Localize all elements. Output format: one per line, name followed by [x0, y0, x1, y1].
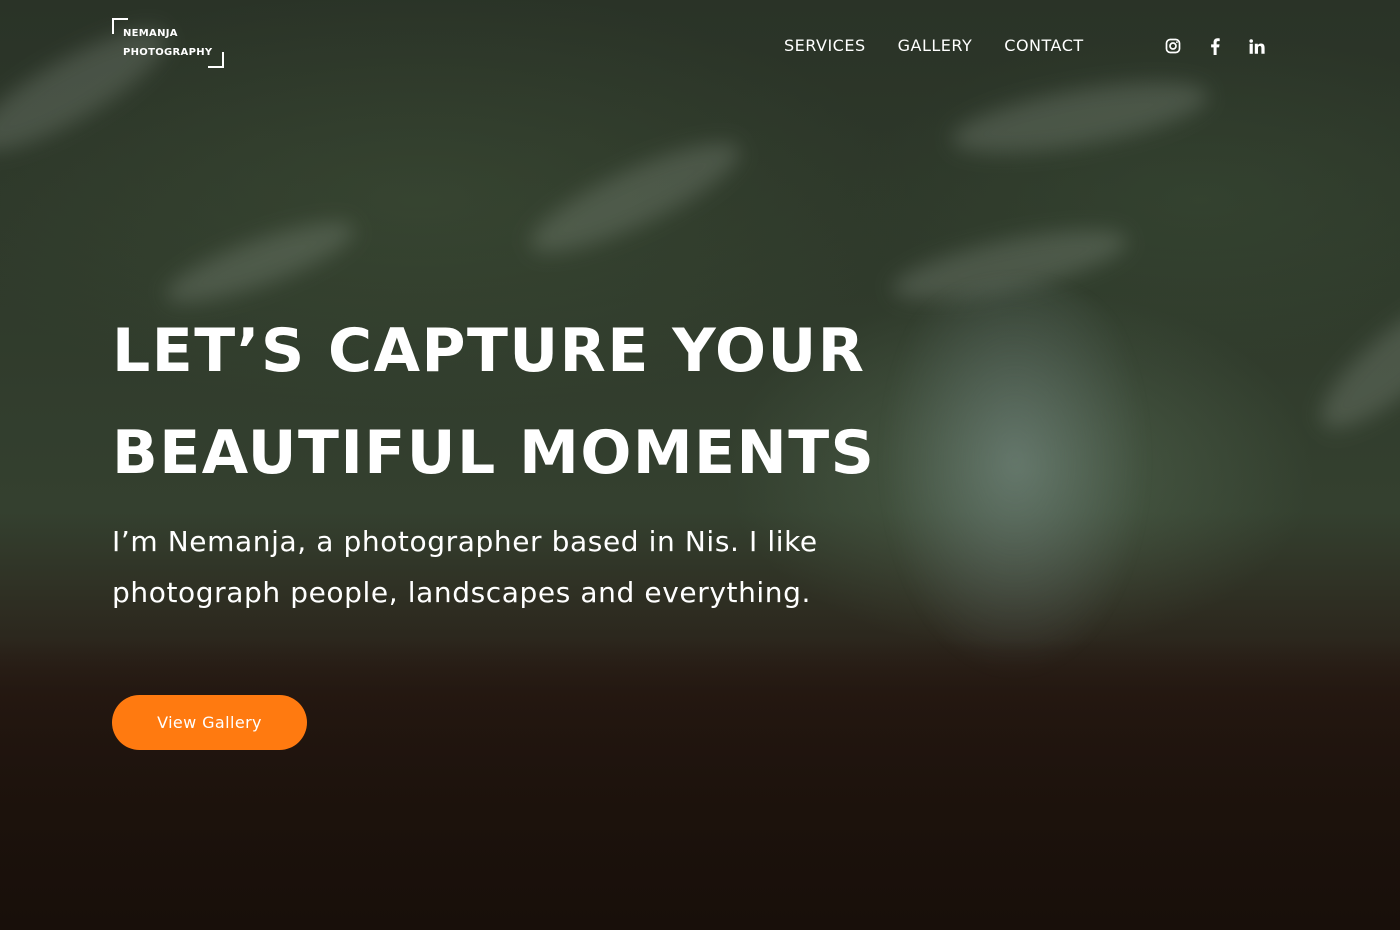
social-links	[1162, 36, 1268, 56]
hero-section: NEMANJA PHOTOGRAPHY SERVICES GALLERY CON…	[0, 0, 1400, 930]
hero-headline-line1: LET’S CAPTURE YOUR	[112, 316, 866, 386]
brand-logo[interactable]: NEMANJA PHOTOGRAPHY	[112, 18, 224, 68]
facebook-icon[interactable]	[1204, 36, 1226, 56]
logo-corner-mark	[208, 52, 224, 68]
instagram-icon[interactable]	[1162, 36, 1184, 56]
background-photo-blur	[519, 123, 751, 272]
hero-subtext: I’m Nemanja, a photographer based in Nis…	[112, 525, 818, 609]
logo-text-line1: NEMANJA	[123, 28, 178, 39]
hero-headline-line2: BEAUTIFUL MOMENTS	[112, 418, 876, 488]
background-photo-blur	[1304, 272, 1400, 448]
background-photo-blur	[947, 67, 1213, 168]
nav-item-contact[interactable]: CONTACT	[1004, 36, 1083, 55]
nav-item-gallery[interactable]: GALLERY	[898, 36, 973, 55]
logo-text-line2: PHOTOGRAPHY	[123, 47, 213, 58]
background-ground	[0, 640, 1400, 930]
hero-headline: LET’S CAPTURE YOUR BEAUTIFUL MOMENTS	[112, 300, 932, 504]
view-gallery-button[interactable]: View Gallery	[112, 695, 307, 750]
linkedin-icon[interactable]	[1246, 36, 1268, 56]
main-nav: SERVICES GALLERY CONTACT	[784, 36, 1084, 55]
nav-item-services[interactable]: SERVICES	[784, 36, 866, 55]
